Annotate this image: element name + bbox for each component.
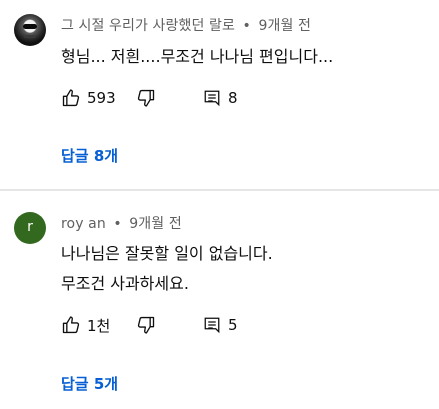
comment-time: 9개월 전 bbox=[129, 216, 182, 232]
like-count: 1천 bbox=[87, 316, 111, 335]
thumbs-up-icon bbox=[62, 89, 80, 107]
reply-button[interactable]: 8 bbox=[203, 86, 238, 110]
dislike-button[interactable] bbox=[136, 313, 156, 337]
avatar[interactable]: r bbox=[14, 212, 46, 244]
dislike-button[interactable] bbox=[136, 86, 156, 110]
like-button[interactable]: 1천 bbox=[61, 313, 110, 337]
meta-separator: • bbox=[113, 216, 122, 232]
like-count: 593 bbox=[87, 89, 116, 107]
comment-icon bbox=[204, 317, 220, 334]
divider bbox=[0, 189, 439, 191]
view-replies-link[interactable]: 답글 8개 bbox=[61, 145, 118, 166]
comment-meta: 그 시절 우리가 사랑했던 랄로 • 9개월 전 bbox=[61, 15, 311, 35]
comment-item: r roy an • 9개월 전 나나님은 잘못할 일이 없습니다. 무조건 사… bbox=[0, 192, 439, 409]
thumbs-up-icon bbox=[62, 316, 80, 334]
comment-actions: 593 8 bbox=[61, 86, 361, 110]
view-replies-link[interactable]: 답글 5개 bbox=[61, 373, 118, 394]
comment-line: 형님... 저흰....무조건 나나님 편입니다... bbox=[61, 47, 334, 66]
reply-count: 5 bbox=[228, 316, 238, 334]
like-button[interactable]: 593 bbox=[61, 86, 116, 110]
comment-icon bbox=[204, 90, 220, 107]
reply-count: 8 bbox=[228, 89, 238, 107]
reply-button[interactable]: 5 bbox=[203, 313, 238, 337]
author-name[interactable]: 그 시절 우리가 사랑했던 랄로 bbox=[61, 18, 235, 34]
comment-meta: roy an • 9개월 전 bbox=[61, 213, 182, 233]
meta-separator: • bbox=[242, 18, 251, 34]
thumbs-down-icon bbox=[137, 89, 155, 107]
comment-text: 나나님은 잘못할 일이 없습니다. 무조건 사과하세요. bbox=[61, 239, 273, 299]
comment-actions: 1천 5 bbox=[61, 313, 361, 337]
author-name[interactable]: roy an bbox=[61, 216, 106, 232]
comment-line: 무조건 사과하세요. bbox=[61, 274, 189, 293]
avatar[interactable] bbox=[14, 14, 46, 46]
comment-line: 나나님은 잘못할 일이 없습니다. bbox=[61, 244, 273, 263]
comment-text: 형님... 저흰....무조건 나나님 편입니다... bbox=[61, 42, 333, 72]
comment-item: 그 시절 우리가 사랑했던 랄로 • 9개월 전 형님... 저흰....무조건… bbox=[0, 0, 439, 190]
thumbs-down-icon bbox=[137, 316, 155, 334]
comment-time: 9개월 전 bbox=[258, 18, 311, 34]
